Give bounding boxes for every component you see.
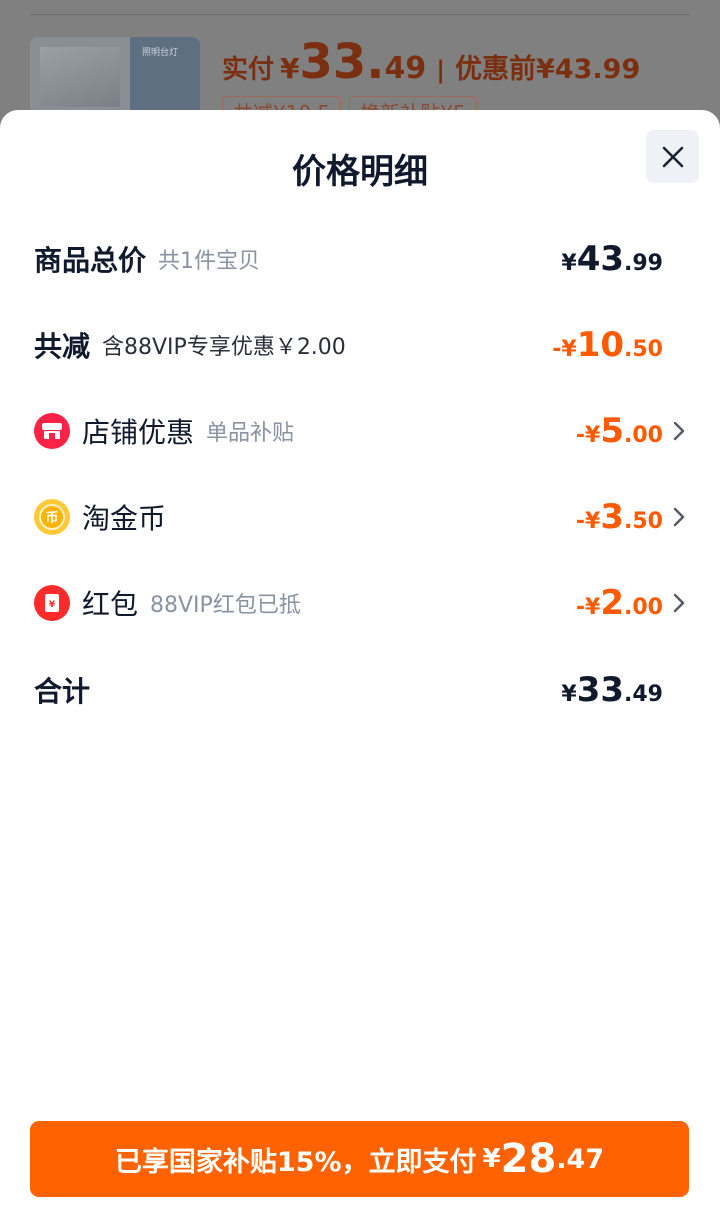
amount-int: 33 [576,670,625,710]
row-amount: -¥ 2.00 [576,583,663,623]
row-label: 店铺优惠 [82,416,195,449]
chevron-right-icon [673,507,685,527]
row-label: 共减 [34,330,91,363]
price-dec: 49 [384,51,427,86]
amount-int: 5 [600,411,625,451]
amount-int: 10 [576,325,625,365]
product-thumbnail: 照明台灯 [30,37,200,117]
row-amount: -¥ 10.50 [552,325,663,365]
row-store-discount[interactable]: 店铺优惠 单品补贴 -¥ 5.00 [34,406,686,456]
row-red-envelope[interactable]: ¥ 红包 88VIP红包已抵 -¥ 2.00 [34,578,686,628]
row-total-price: 商品总价 共1件宝贝 ¥43.99 [34,234,686,284]
price-separator: | [436,56,446,84]
amount-dec: .49 [624,682,663,707]
amount-dec: .00 [624,595,663,620]
chevron-right-icon [673,421,685,441]
close-icon [662,146,683,167]
price-int: 33. [299,34,385,90]
row-amount: -¥ 5.00 [576,411,663,451]
row-sublabel: 共1件宝贝 [158,249,261,274]
amount-yen: -¥ [575,595,601,620]
row-taojinbi[interactable]: 币 淘金币 -¥ 3.50 [34,492,686,542]
price-detail-sheet: 价格明细 商品总价 共1件宝贝 ¥43.99 共减 含88VIP专享优惠￥2.0… [0,110,720,1222]
amount-int: 3 [600,497,625,537]
coin-icon: 币 [34,499,70,535]
row-amount: ¥33.49 [561,670,663,710]
amount-dec: .50 [624,337,663,362]
amount-yen: ¥ [561,251,577,276]
amount-yen: -¥ [575,423,601,448]
amount-dec: .50 [624,509,663,534]
pay-button-yen: ¥ [482,1144,501,1174]
pay-now-button[interactable]: 已享国家补贴15%，立即支付 ¥ 28 .47 [30,1121,689,1197]
row-label: 合计 [34,675,91,708]
divider [30,14,690,15]
row-amount: -¥ 3.50 [576,497,663,537]
svg-text:币: 币 [45,511,58,526]
row-label: 淘金币 [82,502,167,535]
pay-button-text: 已享国家补贴15%，立即支付 [114,1146,477,1178]
pay-button-int: 28 [500,1136,557,1182]
sheet-title: 价格明细 [292,152,428,192]
amount-int: 43 [576,239,625,279]
row-sublabel: 含88VIP专享优惠￥2.00 [102,335,346,360]
amount-yen: -¥ [575,509,601,534]
amount-yen: ¥ [561,682,577,707]
thumb-caption: 照明台灯 [142,48,179,58]
row-sublabel: 88VIP红包已抵 [150,593,301,618]
row-label: 商品总价 [34,244,147,277]
row-label: 红包 [82,588,139,621]
amount-dec: .00 [624,423,663,448]
amount-yen: -¥ [552,337,577,362]
row-sum: 合计 ¥33.49 [34,665,686,715]
svg-text:¥: ¥ [49,600,56,610]
store-icon [34,413,70,449]
row-sublabel: 单品补贴 [206,421,295,446]
amount-dec: .99 [624,251,663,276]
price-yen: ¥ [280,52,300,85]
background-price-row: 实付 ¥ 33. 49 | 优惠前¥43.99 [222,34,640,90]
chevron-right-icon [673,593,685,613]
red-envelope-icon: ¥ [34,585,70,621]
row-total-discount: 共减 含88VIP专享优惠￥2.00 -¥ 10.50 [34,320,686,370]
pay-button-dec: .47 [556,1143,605,1175]
row-amount: ¥43.99 [561,239,663,279]
price-before-discount: 优惠前¥43.99 [455,54,641,85]
close-button[interactable] [646,130,699,183]
product-promo-card: 照明台灯 [130,37,200,117]
amount-int: 2 [600,583,625,623]
lamp-image [40,47,120,107]
actual-pay-label: 实付 [222,55,275,85]
